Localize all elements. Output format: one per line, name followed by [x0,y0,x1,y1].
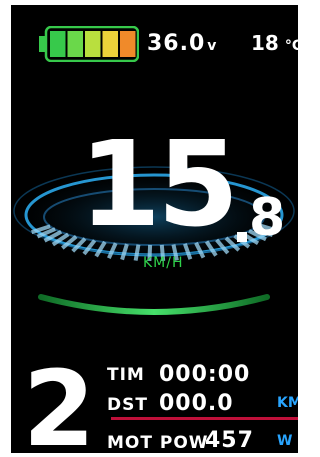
time-label: TIM [107,365,145,385]
temperature-value: 18 [251,31,279,55]
distance-value: 000.0 [159,391,234,416]
battery-icon [39,26,139,62]
temperature-unit: °C [284,38,298,54]
motor-power-value: 457 [205,428,254,453]
motor-power-label: MOT POW [107,433,209,453]
speed-unit: KM/H [143,255,184,271]
battery-segment [102,31,118,57]
voltage-unit: v [207,38,218,54]
voltage-value: 36.0 [147,31,206,56]
battery-segment [85,31,101,57]
speed-decimal: 8 [249,188,286,248]
temperature-readout: 18 °C [251,31,298,55]
distance-label: DST [107,395,148,415]
battery-segment [120,31,136,57]
display-screen: 36.0 v 18 °C 15 8 KM/H 2 TIM 000:00 DST … [11,5,298,453]
battery-segment [67,31,83,57]
assist-level-indicator: 2 [23,365,95,451]
assist-level-value: 2 [23,365,95,451]
speed-decimal-point [237,232,247,242]
speed-integer: 15 [79,115,239,253]
battery-segment [50,31,66,57]
motor-power-unit: W [277,433,293,449]
distance-unit: KM [277,395,298,411]
voltage-readout: 36.0 v [147,31,217,56]
divider-line [111,417,298,420]
time-value: 000:00 [159,362,251,387]
